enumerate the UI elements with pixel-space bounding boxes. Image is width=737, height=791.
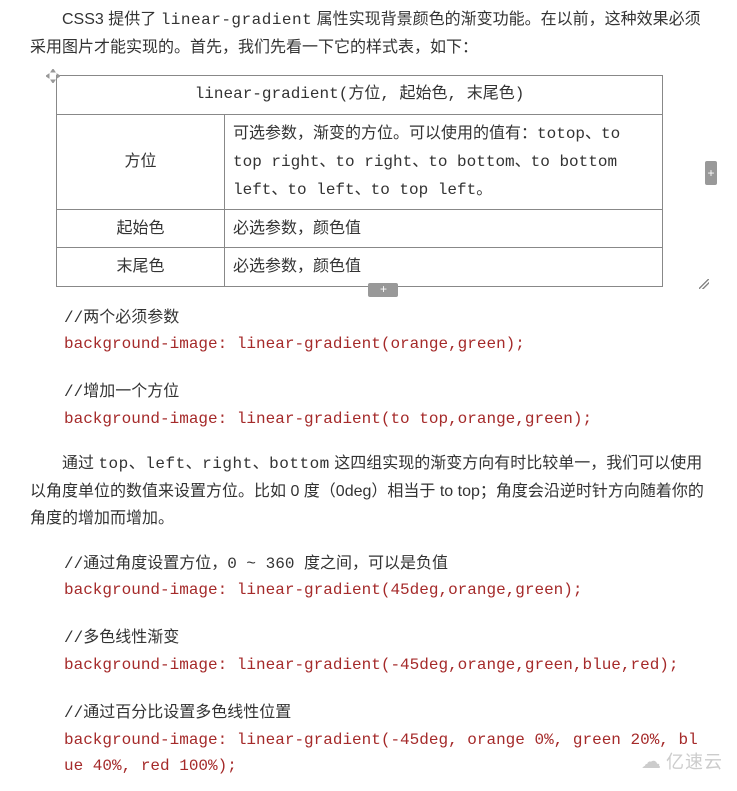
intro-paragraph: CSS3 提供了 linear-gradient 属性实现背景颜色的渐变功能。在…	[30, 6, 707, 61]
row-label: 末尾色	[57, 248, 225, 286]
explain-paragraph: 通过 top、left、right、bottom 这四组实现的渐变方向有时比较单…	[30, 450, 707, 533]
move-handle-icon[interactable]	[46, 65, 60, 79]
intro-code: linear-gradient	[161, 11, 313, 29]
code-rule: background-image: linear-gradient(orange…	[32, 331, 705, 357]
para2-code: top、left、right、bottom	[98, 455, 329, 473]
syntax-table-wrap: linear-gradient(方位, 起始色, 末尾色) 方位 可选参数，渐变…	[56, 75, 707, 286]
table-caption: linear-gradient(方位, 起始色, 末尾色)	[57, 76, 663, 114]
code-comment: //两个必须参数	[32, 305, 705, 331]
watermark: ☁ 亿速云	[641, 745, 723, 779]
add-column-handle[interactable]: +	[705, 161, 717, 185]
row-desc: 必选参数，颜色值	[225, 248, 663, 286]
cloud-icon: ☁	[641, 745, 662, 779]
code-comment: //多色线性渐变	[32, 625, 705, 651]
desc-post: 。	[476, 181, 492, 198]
table-row: 起始色 必选参数，颜色值	[57, 210, 663, 248]
code-comment: //增加一个方位	[32, 379, 705, 405]
code-block-1: //两个必须参数 background-image: linear-gradie…	[30, 305, 707, 433]
row-desc: 必选参数，颜色值	[225, 210, 663, 248]
table-row: 方位 可选参数，渐变的方位。可以使用的值有：totop、to top right…	[57, 114, 663, 210]
code-rule: background-image: linear-gradient(-45deg…	[32, 652, 705, 678]
syntax-table[interactable]: linear-gradient(方位, 起始色, 末尾色) 方位 可选参数，渐变…	[56, 75, 663, 286]
code-rule: background-image: linear-gradient(45deg,…	[32, 577, 705, 603]
row-label: 起始色	[57, 210, 225, 248]
code-comment: //通过角度设置方位，0 ~ 360 度之间，可以是负值	[32, 551, 705, 577]
desc-pre: 可选参数，渐变的方位。可以使用的值有：	[233, 125, 537, 142]
code-rule: background-image: linear-gradient(-45deg…	[32, 727, 705, 780]
resize-handle-icon[interactable]	[699, 279, 709, 289]
row-label: 方位	[57, 114, 225, 210]
code-rule: background-image: linear-gradient(to top…	[32, 406, 705, 432]
table-row: 末尾色 必选参数，颜色值	[57, 248, 663, 286]
para2-pre: 通过	[62, 455, 98, 472]
add-row-handle[interactable]: +	[368, 283, 398, 297]
code-block-2: //通过角度设置方位，0 ~ 360 度之间，可以是负值 background-…	[30, 551, 707, 780]
intro-text-1: CSS3 提供了	[62, 11, 161, 28]
watermark-text: 亿速云	[666, 747, 723, 778]
code-comment: //通过百分比设置多色线性位置	[32, 700, 705, 726]
row-desc: 可选参数，渐变的方位。可以使用的值有：totop、to top right、to…	[225, 114, 663, 210]
